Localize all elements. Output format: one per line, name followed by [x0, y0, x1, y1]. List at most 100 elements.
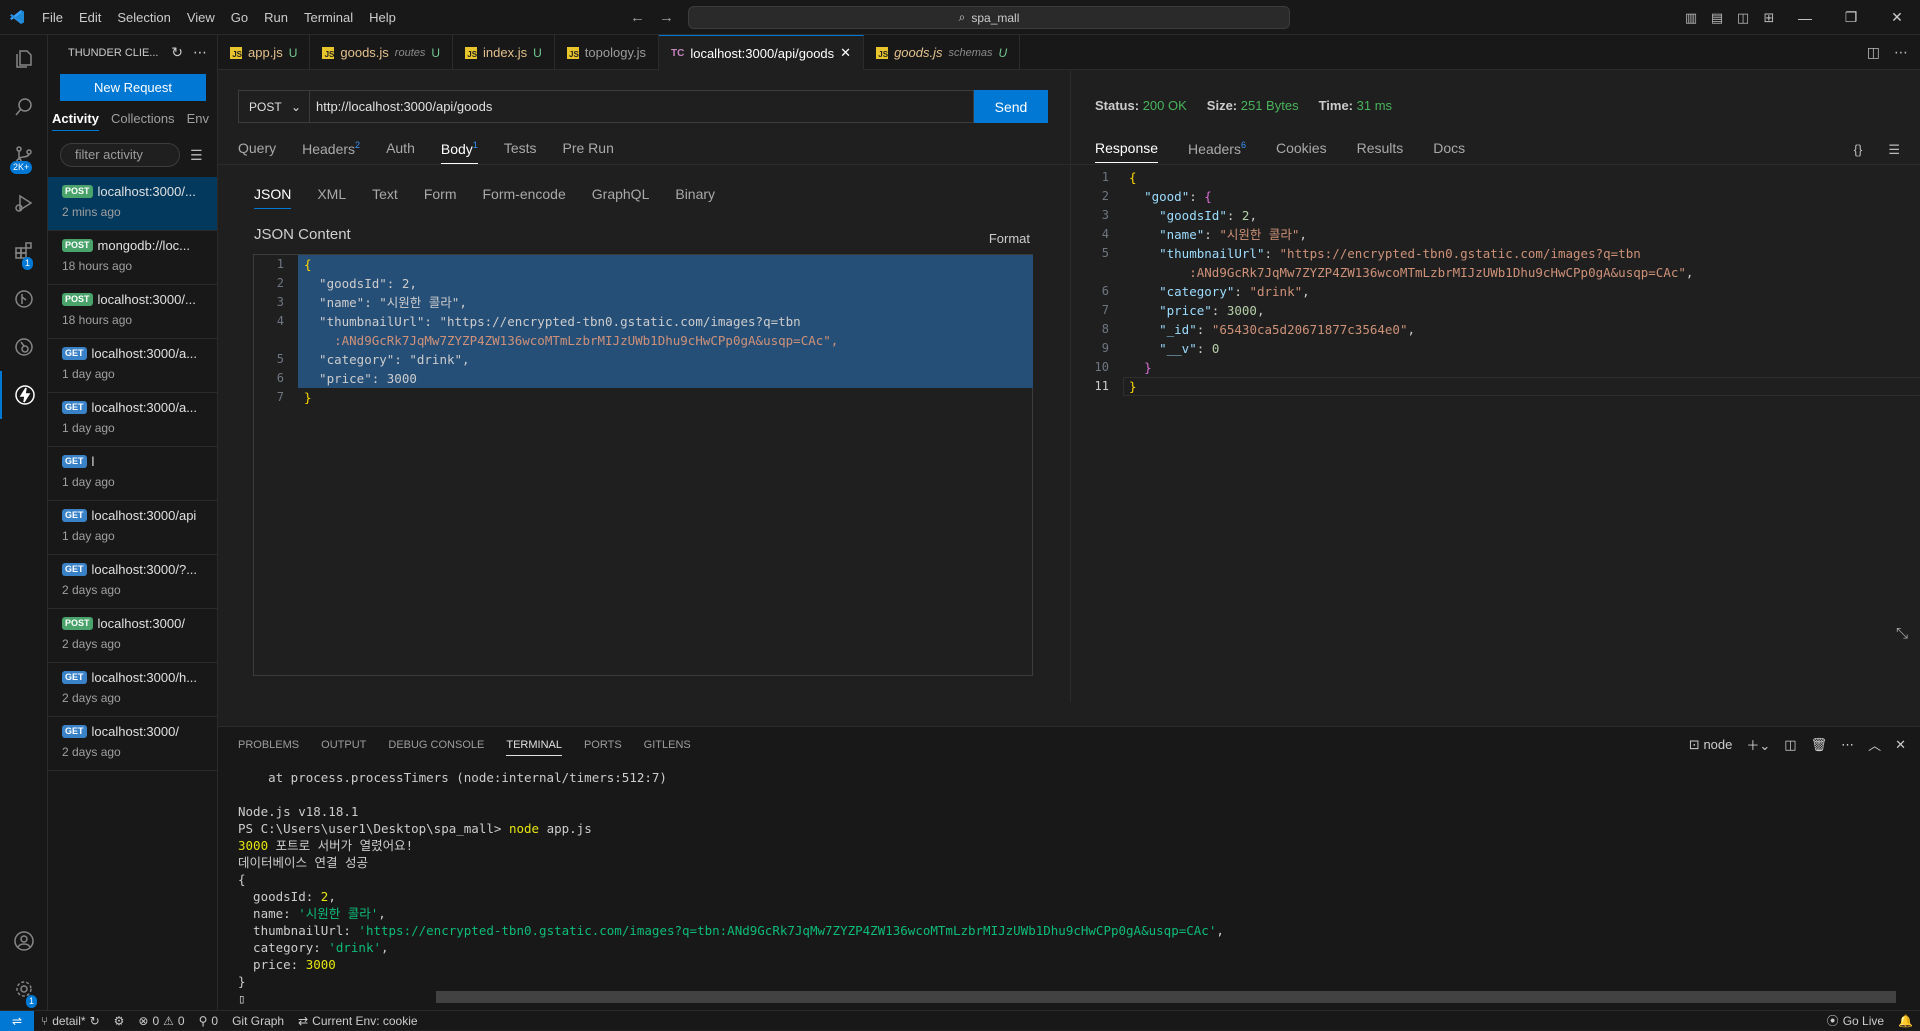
send-button[interactable]: Send — [974, 90, 1048, 123]
tab-auth[interactable]: Auth — [386, 140, 415, 164]
source-control-icon[interactable]: 2K+ — [0, 131, 48, 179]
more-actions-icon[interactable]: ⋯ — [1894, 44, 1908, 61]
restore-icon[interactable]: ❐ — [1828, 9, 1874, 26]
split-editor-icon[interactable]: ◫ — [1867, 44, 1880, 61]
menu-go[interactable]: Go — [223, 0, 256, 35]
activity-item[interactable]: GET localhost:3000/2 days ago — [48, 717, 217, 771]
kill-terminal-icon[interactable]: 🗑 — [1811, 737, 1828, 753]
resp-tab-headers[interactable]: Headers6 — [1188, 140, 1246, 163]
body-tab-binary[interactable]: Binary — [675, 186, 715, 209]
customize-layout-icon[interactable]: ⊞ — [1756, 10, 1782, 26]
tab-headers[interactable]: Headers2 — [302, 140, 360, 164]
resp-tab-results[interactable]: Results — [1357, 140, 1404, 163]
terminal-output[interactable]: at process.processTimers (node:internal/… — [238, 769, 1898, 1007]
activity-item[interactable]: POST localhost:3000/... 2 mins ago — [48, 177, 217, 231]
remote-explorer-icon[interactable] — [0, 323, 48, 371]
branch-status[interactable]: ⑂ detail* ↻ — [34, 1014, 107, 1028]
git-graph-status[interactable]: Git Graph — [225, 1014, 291, 1028]
remote-indicator-icon[interactable]: ⇌ — [0, 1010, 34, 1031]
forward-arrow-icon[interactable]: → — [659, 9, 674, 26]
close-window-icon[interactable]: ✕ — [1874, 9, 1920, 26]
activity-item[interactable]: POST mongodb://loc... 18 hours ago — [48, 231, 217, 285]
menu-view[interactable]: View — [179, 0, 223, 35]
toggle-sidebar-icon[interactable]: ▥ — [1678, 10, 1704, 26]
tab-activity[interactable]: Activity — [52, 111, 99, 131]
body-tab-text[interactable]: Text — [372, 186, 398, 209]
expand-icon[interactable]: ⤡ — [1896, 625, 1908, 642]
accounts-icon[interactable] — [0, 917, 48, 965]
run-debug-icon[interactable] — [0, 179, 48, 227]
toggle-secondary-sidebar-icon[interactable]: ◫ — [1730, 10, 1756, 26]
json-body-editor[interactable]: 1{ 2 "goodsId": 2, 3 "name": "시원한 콜라", 4… — [253, 254, 1033, 676]
explorer-icon[interactable] — [0, 35, 48, 83]
extensions-icon[interactable]: 1 — [0, 227, 48, 275]
menu-help[interactable]: Help — [361, 0, 404, 35]
method-select[interactable]: POST ⌄ — [238, 90, 310, 123]
format-button[interactable]: Format — [989, 231, 1030, 246]
refresh-icon[interactable]: ↻ — [171, 44, 183, 61]
close-panel-icon[interactable]: ✕ — [1895, 737, 1906, 753]
menu-edit[interactable]: Edit — [71, 0, 109, 35]
activity-item[interactable]: POST localhost:3000/2 days ago — [48, 609, 217, 663]
split-terminal-icon[interactable]: ◫ — [1784, 737, 1796, 753]
resp-tab-response[interactable]: Response — [1095, 140, 1159, 163]
panel-tab-output[interactable]: OUTPUT — [321, 739, 366, 756]
menu-icon[interactable]: ☰ — [1888, 142, 1900, 158]
tab-env[interactable]: Env — [187, 111, 209, 131]
tab-app-js[interactable]: JS app.js U — [218, 35, 311, 70]
activity-item[interactable]: GET l 1 day ago — [48, 447, 217, 501]
activity-item[interactable]: POST localhost:3000/... 18 hours ago — [48, 285, 217, 339]
tab-collections[interactable]: Collections — [111, 111, 175, 131]
ports-status[interactable]: ⚲ 0 — [192, 1014, 225, 1028]
toggle-panel-icon[interactable]: ▤ — [1704, 10, 1730, 26]
tab-goods-routes-js[interactable]: JS goods.js routes U — [310, 35, 454, 70]
command-center-search[interactable]: ⌕ spa_mall — [688, 6, 1290, 29]
filter-menu-icon[interactable]: ☰ — [190, 147, 203, 164]
body-tab-form[interactable]: Form — [424, 186, 457, 209]
live-share-icon[interactable]: ⚙ — [107, 1014, 132, 1028]
terminal-scrollbar[interactable] — [436, 991, 1896, 1003]
resp-tab-cookies[interactable]: Cookies — [1276, 140, 1327, 163]
env-status[interactable]: ⇄ Current Env: cookie — [291, 1014, 424, 1028]
tab-pre-run[interactable]: Pre Run — [563, 140, 614, 164]
thunder-client-icon[interactable] — [0, 371, 48, 419]
activity-item[interactable]: GET localhost:3000/a... 1 day ago — [48, 339, 217, 393]
menu-selection[interactable]: Selection — [109, 0, 178, 35]
panel-tab-terminal[interactable]: TERMINAL — [506, 739, 562, 756]
body-tab-json[interactable]: JSON — [254, 186, 292, 209]
maximize-panel-icon[interactable]: ︿ — [1868, 735, 1881, 754]
tab-thunder-request[interactable]: TC localhost:3000/api/goods ✕ — [658, 35, 865, 70]
tab-goods-schemas-js[interactable]: JS goods.js schemas U — [864, 35, 1021, 70]
search-icon[interactable] — [0, 83, 48, 131]
panel-tab-ports[interactable]: PORTS — [584, 739, 622, 756]
git-graph-icon[interactable] — [0, 275, 48, 323]
close-tab-icon[interactable]: ✕ — [840, 45, 851, 61]
braces-icon[interactable]: {} — [1854, 142, 1863, 158]
terminal-shell-selector[interactable]: ⊡ node — [1689, 737, 1732, 753]
more-actions-icon[interactable]: ⋯ — [1841, 737, 1854, 753]
activity-item[interactable]: GET localhost:3000/h... 2 days ago — [48, 663, 217, 717]
more-actions-icon[interactable]: ⋯ — [193, 44, 207, 61]
body-tab-xml[interactable]: XML — [317, 186, 346, 209]
tab-index-js[interactable]: JS index.js U — [453, 35, 555, 70]
body-tab-graphql[interactable]: GraphQL — [592, 186, 650, 209]
problems-status[interactable]: ⊗ 0 ⚠ 0 — [131, 1014, 191, 1028]
new-request-button[interactable]: New Request — [60, 74, 206, 101]
panel-tab-problems[interactable]: PROBLEMS — [238, 739, 299, 756]
filter-activity-input[interactable]: filter activity — [60, 143, 180, 167]
activity-item[interactable]: GET localhost:3000/?... 2 days ago — [48, 555, 217, 609]
panel-tab-gitlens[interactable]: GITLENS — [644, 739, 691, 756]
manage-gear-icon[interactable]: 1 — [0, 965, 48, 1013]
menu-file[interactable]: File — [34, 0, 71, 35]
notifications-bell-icon[interactable]: 🔔 — [1891, 1012, 1920, 1029]
minimize-icon[interactable]: — — [1782, 10, 1828, 26]
tab-body[interactable]: Body1 — [440, 140, 478, 164]
tab-query[interactable]: Query — [238, 140, 276, 164]
menu-run[interactable]: Run — [256, 0, 296, 35]
menu-terminal[interactable]: Terminal — [296, 0, 361, 35]
url-input[interactable]: http://localhost:3000/api/goods — [310, 90, 974, 123]
panel-tab-debug-console[interactable]: DEBUG CONSOLE — [388, 739, 484, 756]
activity-item[interactable]: GET localhost:3000/api 1 day ago — [48, 501, 217, 555]
resp-tab-docs[interactable]: Docs — [1433, 140, 1465, 163]
tab-tests[interactable]: Tests — [504, 140, 537, 164]
